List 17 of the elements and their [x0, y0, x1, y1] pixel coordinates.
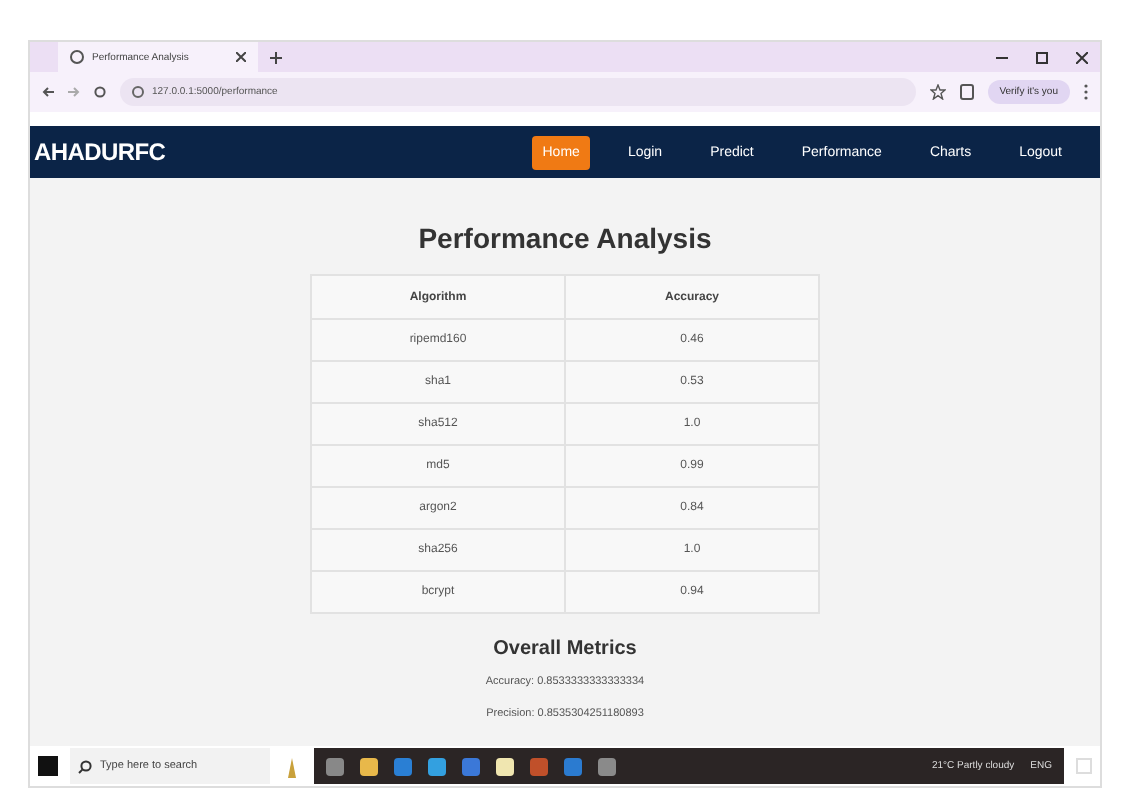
info-icon	[132, 86, 144, 98]
page-title: Performance Analysis	[418, 222, 712, 254]
document-icon[interactable]	[959, 84, 974, 100]
back-icon[interactable]	[42, 86, 54, 98]
close-icon[interactable]	[236, 52, 246, 62]
plus-icon[interactable]	[270, 51, 282, 63]
start-icon[interactable]	[38, 756, 58, 776]
figure-icon	[282, 754, 302, 778]
brand-name[interactable]: AHADURFC	[34, 138, 166, 166]
minimize-icon[interactable]	[996, 51, 1008, 63]
close-icon[interactable]	[1076, 51, 1088, 63]
section-title: Overall Metrics	[493, 638, 637, 660]
search-icon	[78, 759, 92, 773]
restore-icon[interactable]	[1036, 51, 1048, 63]
reload-icon[interactable]	[94, 86, 106, 98]
star-icon[interactable]	[929, 84, 946, 100]
globe-icon	[70, 50, 84, 64]
